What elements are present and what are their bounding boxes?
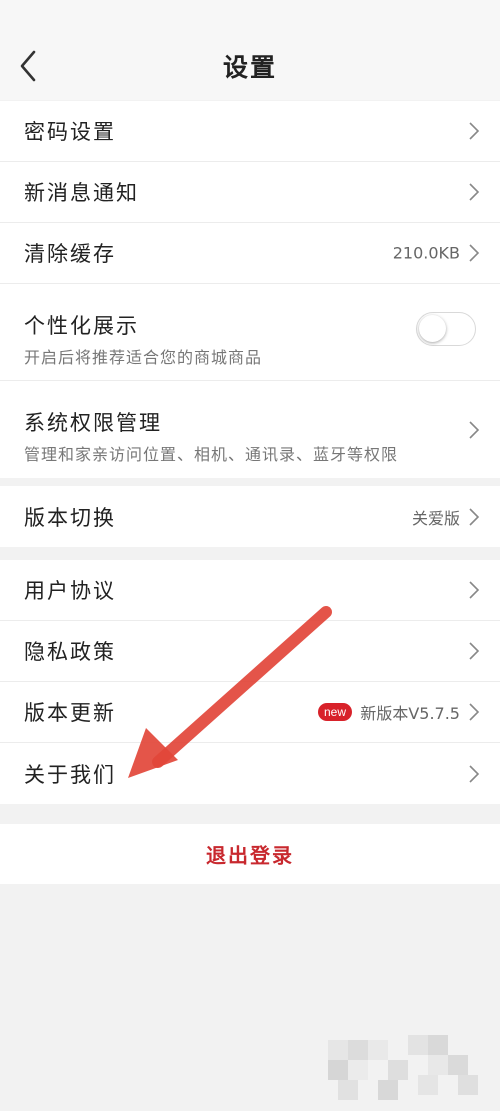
watermark-icon (328, 1035, 478, 1100)
new-version-value: 新版本V5.7.5 (360, 704, 460, 723)
chevron-right-icon (469, 420, 480, 439)
version-switch-row[interactable]: 版本切换 关爱版 (0, 486, 500, 547)
clear-cache-row[interactable]: 清除缓存 210.0KB (0, 223, 500, 284)
row-label: 版本更新 (24, 701, 116, 725)
logout-button[interactable]: 退出登录 (0, 824, 500, 884)
header-bar: 设置 (0, 0, 500, 100)
chevron-right-icon (469, 507, 480, 526)
chevron-right-icon (469, 122, 480, 140)
row-label: 系统权限管理 (24, 411, 162, 435)
row-label: 个性化展示 (24, 314, 139, 338)
chevron-right-icon (469, 581, 480, 599)
notification-settings-row[interactable]: 新消息通知 (0, 162, 500, 223)
chevron-right-icon (469, 244, 480, 262)
row-label: 关于我们 (24, 762, 116, 787)
row-label: 密码设置 (24, 120, 116, 144)
personalized-display-row: 个性化展示 开启后将推荐适合您的商城商品 (0, 284, 500, 381)
cache-size-value: 210.0KB (392, 243, 460, 263)
row-label: 隐私政策 (24, 640, 116, 664)
password-settings-row[interactable]: 密码设置 (0, 101, 500, 162)
settings-group-about: 用户协议 隐私政策 版本更新 new 新版本V5.7.5 关于我们 (0, 560, 500, 804)
version-update-row[interactable]: 版本更新 new 新版本V5.7.5 (0, 682, 500, 743)
chevron-right-icon (469, 642, 480, 660)
chevron-right-icon (469, 183, 480, 201)
new-badge: new (317, 703, 352, 721)
settings-group-version: 版本切换 关爱版 (0, 486, 500, 547)
settings-group-account: 密码设置 新消息通知 清除缓存 210.0KB 个性化展示 开启后将推荐适合您的… (0, 101, 500, 478)
privacy-policy-row[interactable]: 隐私政策 (0, 621, 500, 682)
row-description: 开启后将推荐适合您的商城商品 (24, 348, 263, 367)
toggle-knob (419, 315, 446, 342)
row-label: 用户协议 (24, 579, 116, 603)
personalized-display-toggle[interactable] (416, 312, 476, 346)
logout-label: 退出登录 (206, 843, 294, 868)
row-description: 管理和家亲访问位置、相机、通讯录、蓝牙等权限 (24, 445, 399, 464)
chevron-right-icon (469, 764, 480, 783)
user-agreement-row[interactable]: 用户协议 (0, 560, 500, 621)
about-us-row[interactable]: 关于我们 (0, 743, 500, 804)
system-permissions-row[interactable]: 系统权限管理 管理和家亲访问位置、相机、通讯录、蓝牙等权限 (0, 381, 500, 478)
page-title: 设置 (222, 53, 277, 82)
row-label: 清除缓存 (24, 242, 116, 266)
chevron-right-icon (469, 703, 480, 721)
row-label: 新消息通知 (24, 181, 139, 205)
row-label: 版本切换 (24, 505, 116, 530)
version-mode-value: 关爱版 (411, 508, 460, 528)
